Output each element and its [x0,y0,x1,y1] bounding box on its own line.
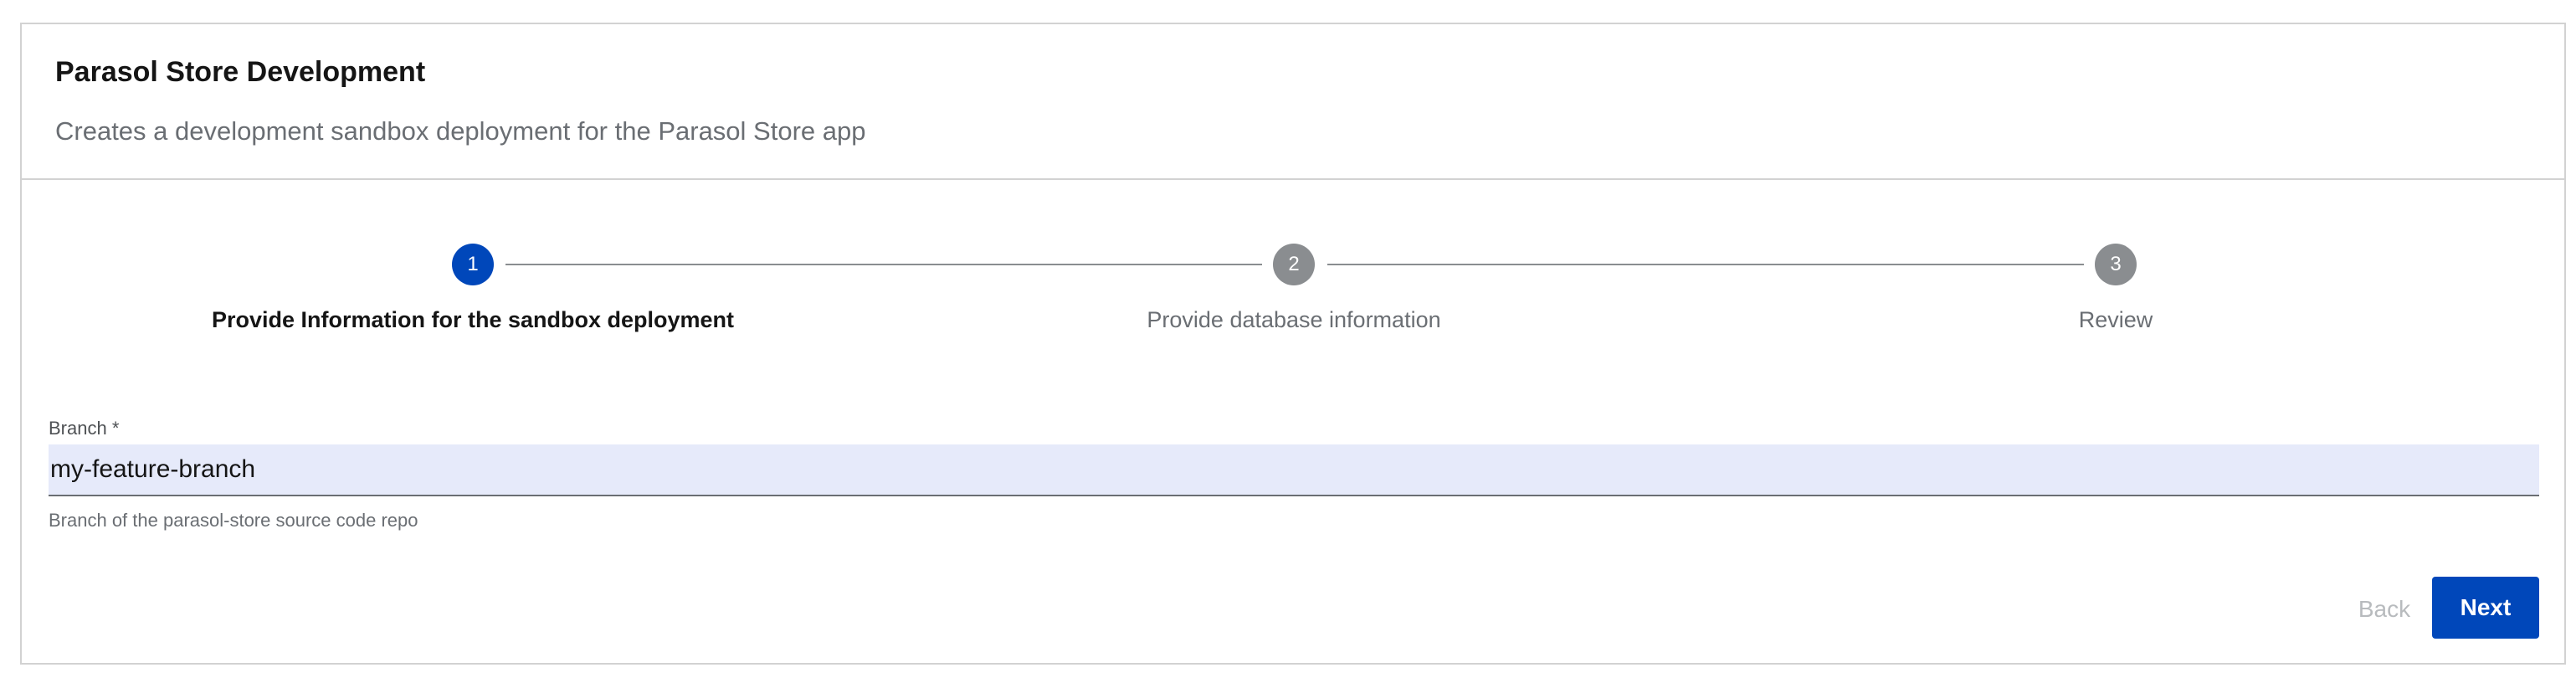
template-card: Parasol Store Development Creates a deve… [20,23,2566,665]
step-connector-1-2 [505,264,1262,265]
step-1-label[interactable]: Provide Information for the sandbox depl… [212,307,734,333]
branch-helper-text: Branch of the parasol-store source code … [49,510,418,531]
step-1-indicator[interactable]: 1 [452,244,494,285]
page-title: Parasol Store Development [55,56,426,88]
step-2-indicator[interactable]: 2 [1273,244,1315,285]
step-2-label[interactable]: Provide database information [1147,307,1440,333]
card-header: Parasol Store Development Creates a deve… [22,24,2564,180]
back-button[interactable]: Back [2332,578,2437,640]
step-3-label[interactable]: Review [2079,307,2153,333]
step-3-indicator[interactable]: 3 [2095,244,2137,285]
page-description: Creates a development sandbox deployment… [55,116,866,146]
branch-input[interactable] [49,444,2539,496]
stepper: 1 Provide Information for the sandbox de… [22,180,2564,372]
branch-field-label: Branch * [49,418,120,439]
next-button[interactable]: Next [2432,577,2539,639]
step-connector-2-3 [1327,264,2084,265]
